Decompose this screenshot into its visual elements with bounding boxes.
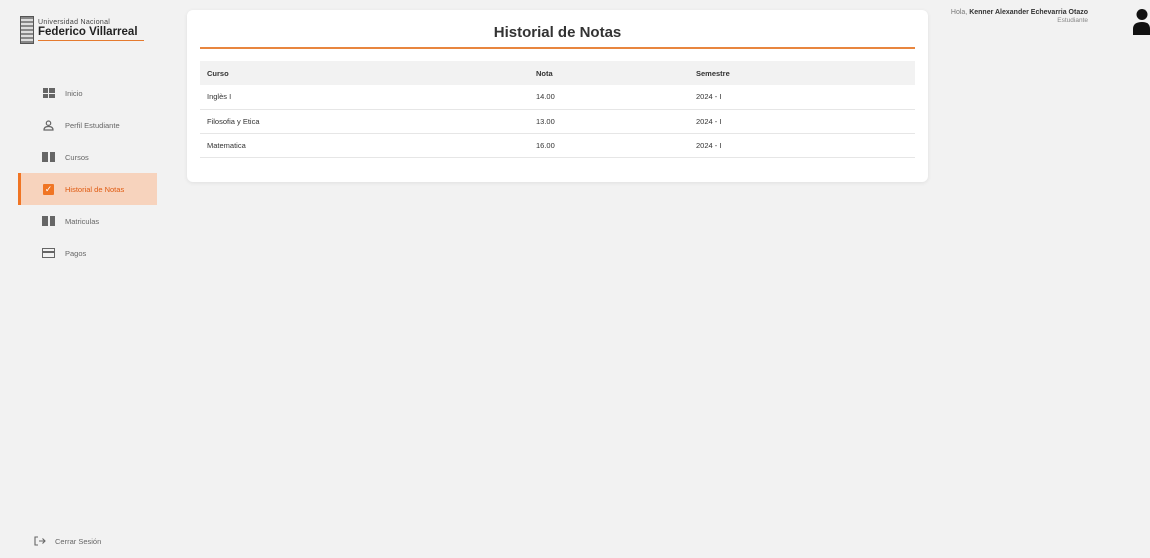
check-icon: ✓ (43, 183, 54, 195)
sidebar-item-inicio[interactable]: Inicio (0, 77, 157, 109)
sidebar-item-pagos[interactable]: Pagos (0, 237, 157, 269)
logout-button[interactable]: Cerrar Sesión (34, 536, 101, 546)
grades-card: Historial de Notas Curso Nota Semestre I… (187, 10, 928, 182)
cell-curso: Filosofia y Etica (200, 109, 529, 134)
university-seal-icon (20, 16, 34, 44)
cell-semestre: 2024 - I (689, 85, 915, 110)
book-icon (42, 152, 55, 162)
sidebar-item-label: Pagos (65, 248, 87, 258)
cell-nota: 13.00 (529, 109, 689, 134)
greeting: Hola, (950, 9, 968, 16)
book-icon (42, 216, 55, 226)
logo-line1: Universidad Nacional (38, 18, 111, 26)
sidebar-item-cursos[interactable]: Cursos (0, 141, 157, 173)
sidebar-item-label: Matriculas (65, 216, 100, 226)
cell-curso: Matematica (200, 133, 529, 158)
user-info: Hola, Kenner Alexander Echevarria Otazo … (951, 9, 1088, 25)
sidebar-item-label: Historial de Notas (65, 184, 125, 194)
sidebar-nav: Inicio Perfil Estudiante Cursos ✓ Histor… (0, 77, 157, 269)
sidebar-item-perfil-estudiante[interactable]: Perfil Estudiante (0, 109, 157, 141)
logout-icon (34, 536, 46, 546)
column-header-curso: Curso (207, 68, 229, 78)
logo-text: Universidad Nacional Federico Villarreal (38, 19, 144, 42)
cell-nota: 16.00 (529, 133, 689, 158)
logout-label: Cerrar Sesión (55, 536, 102, 546)
table-row: Inglès I 14.00 2024 - I (200, 85, 915, 110)
card-icon (42, 248, 55, 258)
cell-curso: Inglès I (200, 85, 529, 110)
grid-icon (42, 88, 55, 98)
title-divider (200, 47, 915, 49)
sidebar-item-matriculas[interactable]: Matriculas (0, 205, 157, 237)
sidebar-item-label: Perfil Estudiante (65, 120, 120, 130)
logo-underline (38, 40, 144, 42)
user-icon (42, 119, 55, 131)
sidebar-item-historial-de-notas[interactable]: ✓ Historial de Notas (18, 173, 157, 205)
logo-line2: Federico Villarreal (38, 25, 138, 38)
sidebar-item-label: Inicio (65, 88, 83, 98)
table-header-row: Curso Nota Semestre (200, 61, 915, 85)
sidebar-item-label: Cursos (65, 152, 89, 162)
table-row: Matematica 16.00 2024 - I (200, 133, 915, 158)
page-title: Historial de Notas (493, 24, 622, 41)
avatar-icon[interactable] (1133, 8, 1150, 35)
user-name: Kenner Alexander Echevarria Otazo (969, 9, 1088, 16)
university-logo[interactable]: Universidad Nacional Federico Villarreal (20, 10, 160, 50)
user-greeting-line: Hola, Kenner Alexander Echevarria Otazo (951, 9, 1088, 17)
cell-semestre: 2024 - I (689, 133, 915, 158)
sidebar: Universidad Nacional Federico Villarreal… (0, 0, 168, 558)
grades-table: Curso Nota Semestre Inglès I 14.00 2024 … (200, 61, 915, 158)
cell-nota: 14.00 (529, 85, 689, 110)
table-row: Filosofia y Etica 13.00 2024 - I (200, 109, 915, 134)
user-role: Estudiante (1057, 17, 1088, 25)
column-header-semestre: Semestre (696, 68, 730, 78)
column-header-nota: Nota (536, 68, 553, 78)
cell-semestre: 2024 - I (689, 109, 915, 134)
